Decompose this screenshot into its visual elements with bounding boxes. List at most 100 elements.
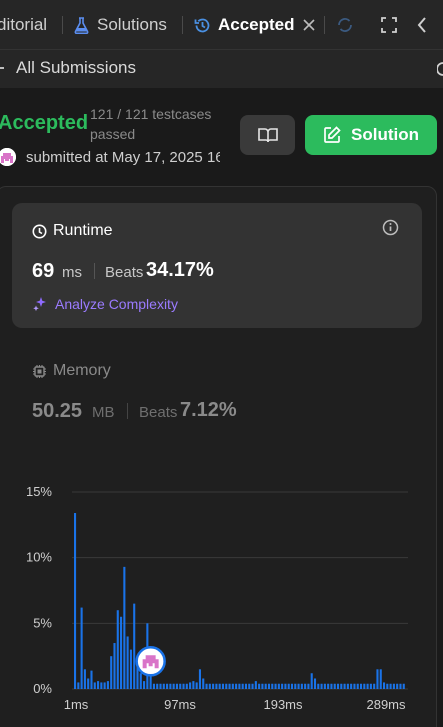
chart-bar[interactable] [284,683,287,689]
chart-bar[interactable] [310,673,313,689]
chart-bar[interactable] [389,683,392,689]
chart-bar[interactable] [77,682,80,689]
maximize-button[interactable] [380,13,398,37]
chart-bar[interactable] [323,683,326,689]
chart-bar[interactable] [304,683,307,689]
chart-bar[interactable] [175,683,178,689]
chart-bar[interactable] [274,683,277,689]
chart-bar[interactable] [264,683,267,689]
chart-bar[interactable] [340,683,343,689]
your-submission-marker[interactable] [135,646,166,677]
chart-bar[interactable] [281,683,284,689]
chart-bar[interactable] [373,683,376,689]
chart-bar[interactable] [343,683,346,689]
chart-bar[interactable] [192,681,195,689]
chart-bar[interactable] [277,683,280,689]
chart-bar[interactable] [83,669,86,689]
info-icon[interactable] [382,219,399,236]
chart-bar[interactable] [172,683,175,689]
chart-bar[interactable] [123,566,126,689]
chart-bar[interactable] [195,682,198,689]
chart-bar[interactable] [350,683,353,689]
chart-bar[interactable] [133,603,136,689]
chart-bar[interactable] [205,683,208,689]
chart-bar[interactable] [251,683,254,689]
tab-solutions[interactable]: Solutions [74,13,167,37]
chart-bar[interactable] [189,682,192,689]
chart-bar[interactable] [376,669,379,689]
chart-bar[interactable] [402,683,405,689]
chart-bar[interactable] [103,682,106,689]
chart-bar[interactable] [333,683,336,689]
arrow-left-icon[interactable] [0,62,6,74]
chart-bar[interactable] [126,636,129,689]
chart-bar[interactable] [106,681,109,689]
chart-bar[interactable] [228,683,231,689]
close-icon[interactable] [302,19,315,31]
chart-bar[interactable] [90,670,93,689]
chart-bar[interactable] [185,683,188,689]
chart-bar[interactable] [80,607,83,689]
chart-bar[interactable] [379,669,382,689]
chart-bar[interactable] [116,610,119,689]
tab-editorial[interactable]: ditorial [0,13,47,37]
chart-bar[interactable] [392,683,395,689]
chart-bar[interactable] [363,683,366,689]
chart-bar[interactable] [399,683,402,689]
chart-bar[interactable] [271,683,274,689]
chart-bar[interactable] [396,683,399,689]
chart-bar[interactable] [313,678,317,689]
chart-bar[interactable] [382,682,386,689]
chart-bar[interactable] [93,682,96,689]
memory-title[interactable]: Memory [32,362,111,380]
chart-bar[interactable] [346,683,349,689]
chart-bar[interactable] [179,683,182,689]
chart-bar[interactable] [261,683,264,689]
chart-bar[interactable] [359,683,363,689]
chart-bar[interactable] [129,649,132,689]
chart-bar[interactable] [120,616,123,689]
chart-bar[interactable] [267,683,271,689]
chart-bar[interactable] [369,683,372,689]
chart-bar[interactable] [152,683,155,689]
chart-bar[interactable] [327,683,330,689]
avatar[interactable] [0,148,16,166]
chart-bar[interactable] [231,683,234,689]
refresh-small-icon[interactable] [437,62,443,76]
chart-bar[interactable] [110,656,113,689]
chart-bar[interactable] [317,683,320,689]
chart-bar[interactable] [254,681,257,689]
chart-bar[interactable] [241,683,244,689]
chart-bar[interactable] [386,683,389,689]
tab-overflow[interactable] [336,13,354,37]
chart-bar[interactable] [320,683,323,689]
chart-bar[interactable] [297,683,300,689]
chart-bar[interactable] [225,683,228,689]
chart-bar[interactable] [208,683,211,689]
chart-bar[interactable] [74,513,77,689]
tab-accepted[interactable]: Accepted [194,13,315,37]
chart-bar[interactable] [97,681,100,689]
editorial-button[interactable] [240,115,295,155]
chart-bar[interactable] [100,682,103,689]
chart-bar[interactable] [212,683,215,689]
chart-bar[interactable] [169,683,172,689]
chart-bar[interactable] [202,678,205,689]
chart-bar[interactable] [300,683,303,689]
analyze-complexity-link[interactable]: Analyze Complexity [32,295,178,312]
chart-bar[interactable] [248,683,251,689]
collapse-button[interactable] [416,13,428,37]
chart-bar[interactable] [113,643,116,689]
runtime-distribution-chart[interactable]: 15% 10% 5% 0% 1ms 97ms 193ms 289ms [0,470,443,727]
chart-bar[interactable] [143,681,146,689]
chart-bar[interactable] [235,683,238,689]
chart-bar[interactable] [307,683,310,689]
chart-bar[interactable] [166,683,169,689]
chart-bar[interactable] [156,683,159,689]
solution-button[interactable]: Solution [305,115,437,155]
chart-bar[interactable] [356,683,359,689]
chart-bar[interactable] [198,669,201,689]
chart-bar[interactable] [87,678,90,689]
chart-bar[interactable] [159,683,162,689]
all-submissions-link[interactable]: All Submissions [16,58,136,78]
